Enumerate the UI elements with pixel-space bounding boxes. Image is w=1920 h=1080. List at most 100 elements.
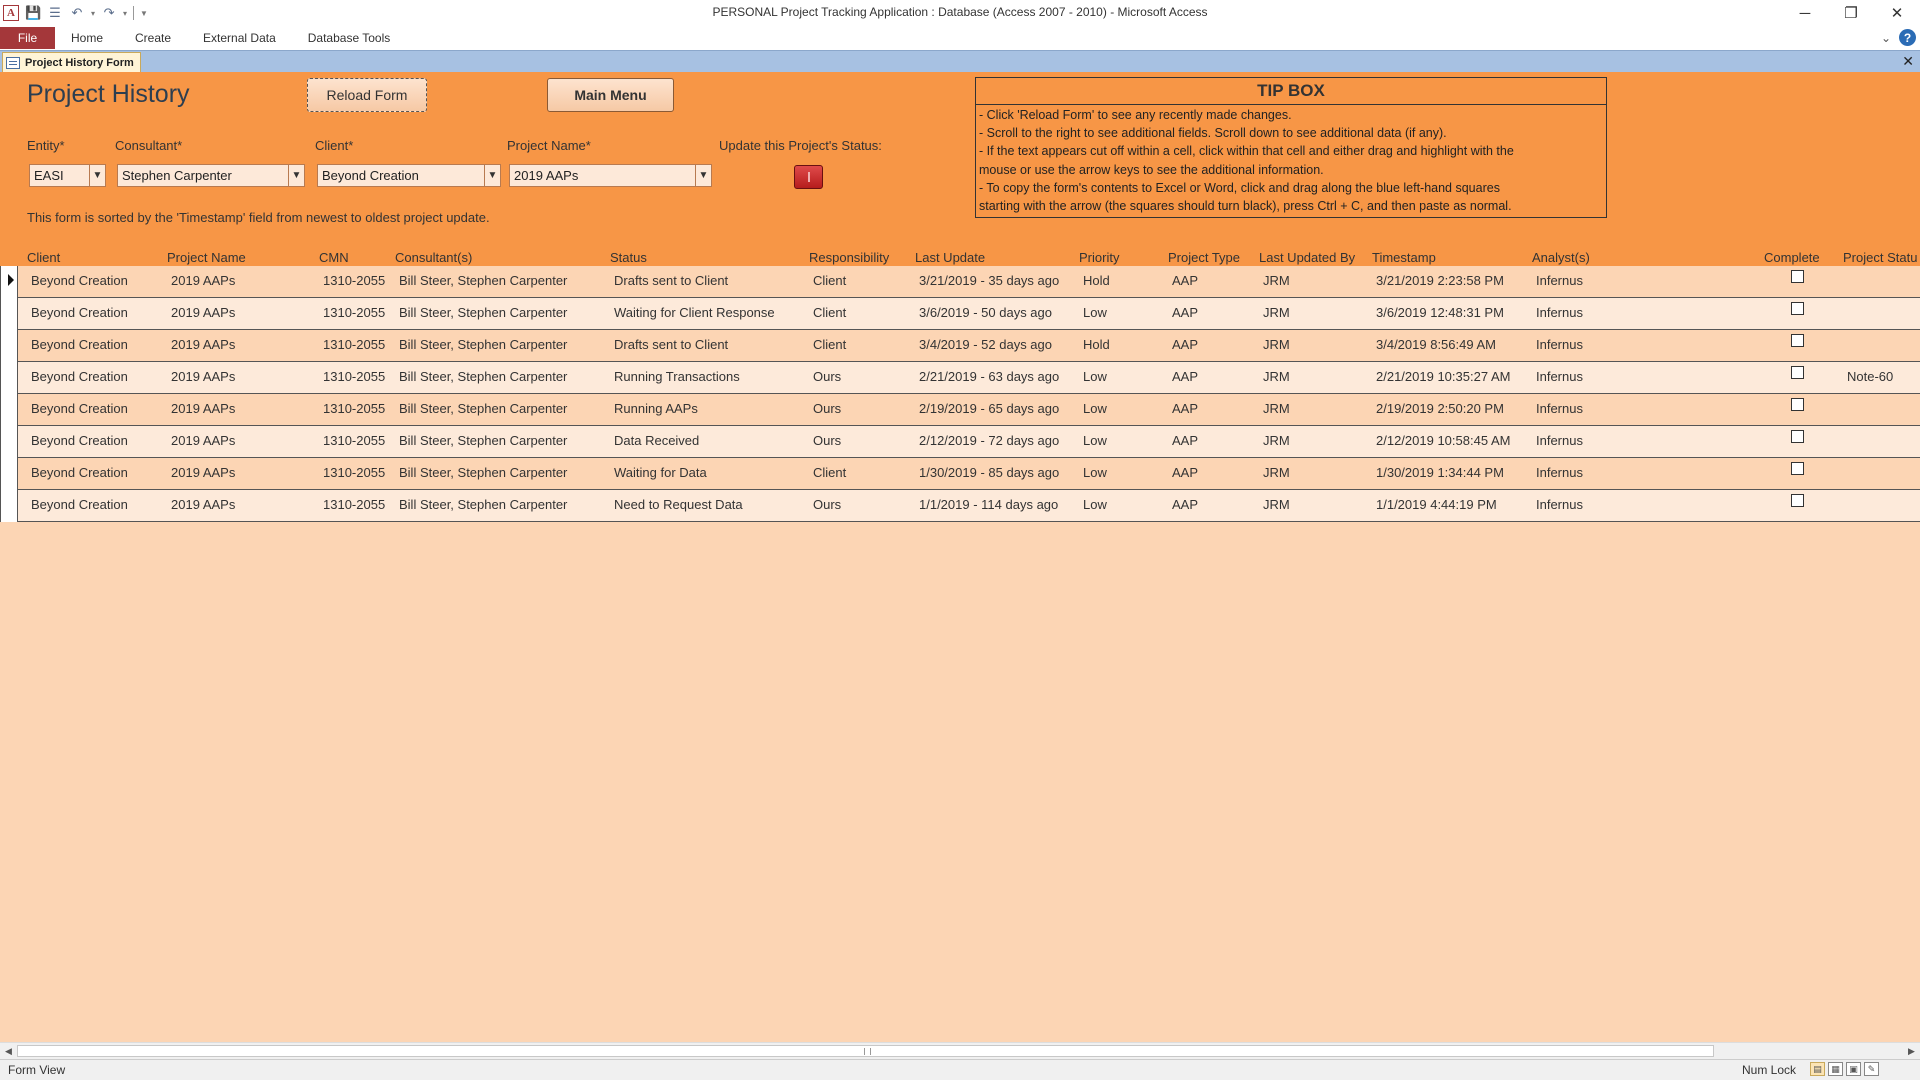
cell-client[interactable]: Beyond Creation [31,305,128,320]
record-selector[interactable] [0,490,18,522]
cell-project-type[interactable]: AAP [1172,465,1198,480]
cell-status[interactable]: Need to Request Data [614,497,743,512]
cell-last-update[interactable]: 1/30/2019 - 85 days ago [919,465,1059,480]
cell-analysts[interactable]: Infernus [1536,465,1583,480]
cell-responsibility[interactable]: Ours [813,433,841,448]
cell-priority[interactable]: Low [1083,401,1107,416]
complete-checkbox[interactable] [1791,462,1804,475]
cell-project-type[interactable]: AAP [1172,401,1198,416]
cell-cmn[interactable]: 1310-2055 [323,497,385,512]
update-status-button[interactable] [794,165,823,189]
chevron-down-icon[interactable]: ▼ [89,165,105,186]
cell-client[interactable]: Beyond Creation [31,433,128,448]
cell-client[interactable]: Beyond Creation [31,497,128,512]
cell-cmn[interactable]: 1310-2055 [323,465,385,480]
cell-cmn[interactable]: 1310-2055 [323,369,385,384]
complete-checkbox[interactable] [1791,270,1804,283]
table-row[interactable]: Beyond Creation 2019 AAPs 1310-2055 Bill St… [0,490,1920,522]
cell-timestamp[interactable]: 2/21/2019 10:35:27 AM [1376,369,1510,384]
cell-consultants[interactable]: Bill Steer, Stephen Carpenter [399,273,567,288]
cell-responsibility[interactable]: Client [813,465,846,480]
record-selector[interactable] [0,394,18,426]
cell-last-update[interactable]: 2/21/2019 - 63 days ago [919,369,1059,384]
cell-timestamp[interactable]: 1/1/2019 4:44:19 PM [1376,497,1497,512]
cell-status[interactable]: Data Received [614,433,699,448]
cell-last-updated-by[interactable]: JRM [1263,337,1290,352]
record-selector[interactable] [0,362,18,394]
cell-priority[interactable]: Low [1083,497,1107,512]
cell-cmn[interactable]: 1310-2055 [323,273,385,288]
cell-cmn[interactable]: 1310-2055 [323,305,385,320]
cell-project-type[interactable]: AAP [1172,497,1198,512]
undo-dropdown-icon[interactable]: ▾ [91,9,95,18]
cell-project-name[interactable]: 2019 AAPs [171,497,235,512]
horizontal-scrollbar[interactable]: ◀ ▶ [0,1042,1920,1059]
cell-timestamp[interactable]: 3/4/2019 8:56:49 AM [1376,337,1496,352]
table-row[interactable]: Beyond Creation 2019 AAPs 1310-2055 Bill St… [0,362,1920,394]
complete-checkbox[interactable] [1791,398,1804,411]
cell-client[interactable]: Beyond Creation [31,273,128,288]
chevron-down-icon[interactable]: ▼ [695,165,711,186]
cell-priority[interactable]: Low [1083,369,1107,384]
record-selector[interactable] [0,266,18,298]
design-view-icon[interactable]: ✎ [1864,1062,1879,1076]
tab-external-data[interactable]: External Data [187,27,292,49]
client-combo[interactable]: Beyond Creation ▼ [317,164,501,187]
cell-last-update[interactable]: 2/19/2019 - 65 days ago [919,401,1059,416]
tab-database-tools[interactable]: Database Tools [292,27,407,49]
access-logo-icon[interactable]: A [3,5,19,21]
close-form-icon[interactable]: ✕ [1902,53,1914,70]
cell-analysts[interactable]: Infernus [1536,401,1583,416]
tab-file[interactable]: File [0,26,55,49]
cell-last-updated-by[interactable]: JRM [1263,369,1290,384]
cell-project-type[interactable]: AAP [1172,273,1198,288]
undo-icon[interactable]: ↶ [69,5,85,21]
cell-status[interactable]: Running AAPs [614,401,698,416]
table-row[interactable]: Beyond Creation 2019 AAPs 1310-2055 Bill St… [0,266,1920,298]
minimize-button[interactable]: ─ [1782,0,1828,26]
cell-timestamp[interactable]: 2/12/2019 10:58:45 AM [1376,433,1510,448]
cell-last-update[interactable]: 2/12/2019 - 72 days ago [919,433,1059,448]
cell-client[interactable]: Beyond Creation [31,401,128,416]
cell-responsibility[interactable]: Ours [813,369,841,384]
cell-project-name[interactable]: 2019 AAPs [171,369,235,384]
layout-view-icon[interactable]: ▣ [1846,1062,1861,1076]
cell-status[interactable]: Waiting for Data [614,465,707,480]
record-selector[interactable] [0,458,18,490]
table-row[interactable]: Beyond Creation 2019 AAPs 1310-2055 Bill St… [0,458,1920,490]
cell-consultants[interactable]: Bill Steer, Stephen Carpenter [399,433,567,448]
complete-checkbox[interactable] [1791,494,1804,507]
scroll-left-icon[interactable]: ◀ [0,1043,17,1060]
redo-icon[interactable]: ↷ [101,5,117,21]
cell-consultants[interactable]: Bill Steer, Stephen Carpenter [399,369,567,384]
form-view-icon[interactable]: ☰ [47,5,63,21]
cell-cmn[interactable]: 1310-2055 [323,401,385,416]
customize-qat-icon[interactable]: ▼ [140,9,148,18]
cell-project-name[interactable]: 2019 AAPs [171,337,235,352]
record-selector[interactable] [0,330,18,362]
cell-analysts[interactable]: Infernus [1536,273,1583,288]
main-menu-button[interactable]: Main Menu [547,78,674,112]
redo-dropdown-icon[interactable]: ▾ [123,9,127,18]
cell-client[interactable]: Beyond Creation [31,337,128,352]
cell-project-type[interactable]: AAP [1172,337,1198,352]
scrollbar-thumb[interactable] [17,1045,1714,1057]
expand-ribbon-icon[interactable]: ⌄ [1881,31,1891,45]
cell-priority[interactable]: Low [1083,433,1107,448]
cell-last-updated-by[interactable]: JRM [1263,465,1290,480]
cell-analysts[interactable]: Infernus [1536,369,1583,384]
cell-priority[interactable]: Low [1083,465,1107,480]
cell-analysts[interactable]: Infernus [1536,433,1583,448]
cell-project-name[interactable]: 2019 AAPs [171,305,235,320]
cell-consultants[interactable]: Bill Steer, Stephen Carpenter [399,401,567,416]
complete-checkbox[interactable] [1791,334,1804,347]
cell-consultants[interactable]: Bill Steer, Stephen Carpenter [399,465,567,480]
cell-last-updated-by[interactable]: JRM [1263,305,1290,320]
cell-status[interactable]: Drafts sent to Client [614,273,728,288]
cell-responsibility[interactable]: Client [813,337,846,352]
complete-checkbox[interactable] [1791,366,1804,379]
close-button[interactable]: ✕ [1874,0,1920,26]
save-icon[interactable]: 💾 [25,5,41,21]
cell-last-updated-by[interactable]: JRM [1263,497,1290,512]
cell-responsibility[interactable]: Client [813,305,846,320]
